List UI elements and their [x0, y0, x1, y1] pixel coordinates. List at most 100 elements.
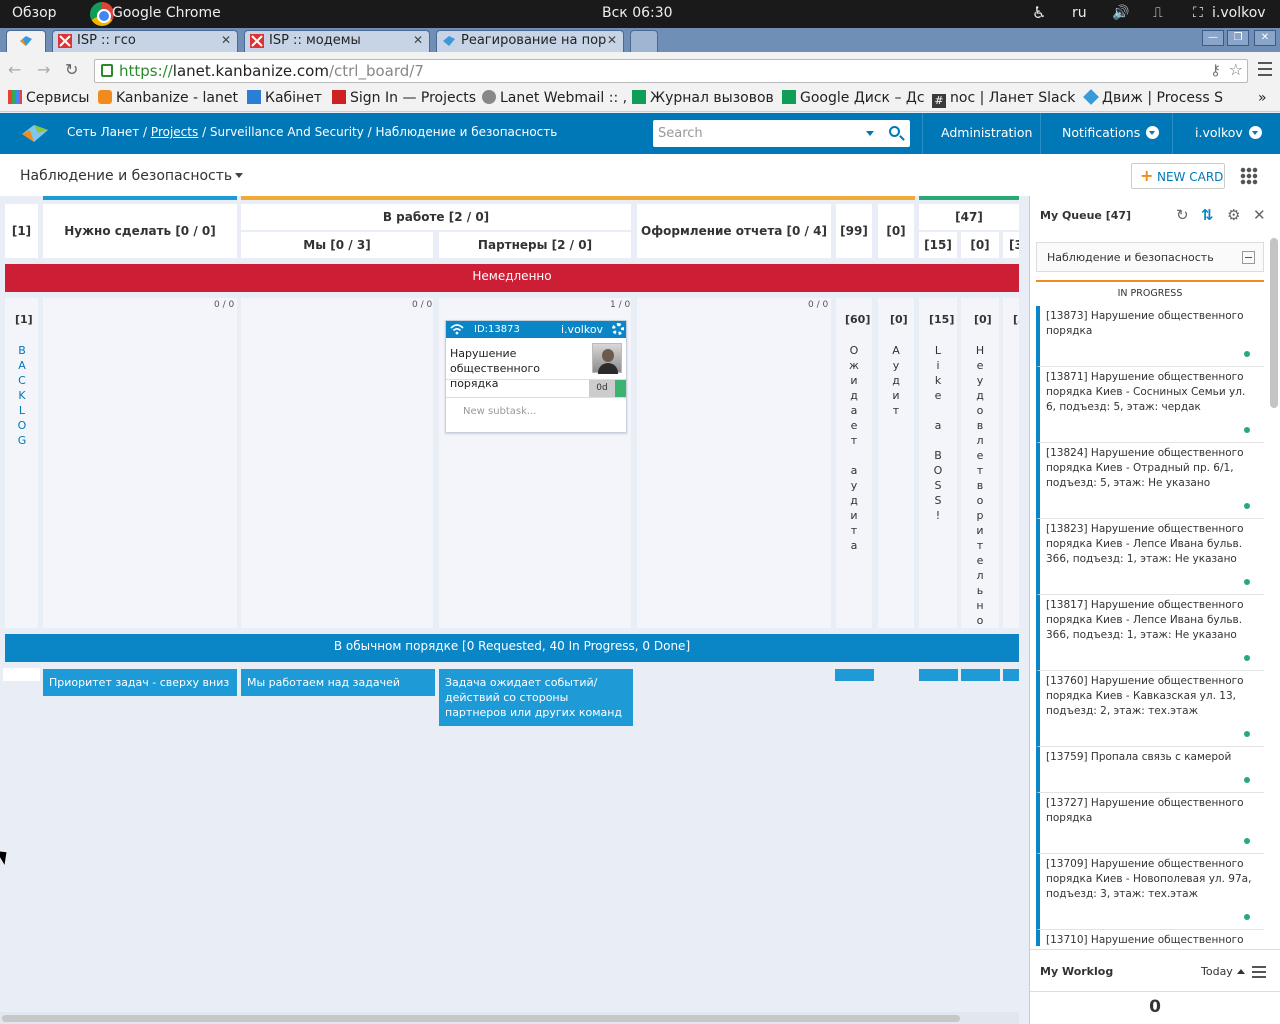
- close-panel-icon[interactable]: ✕: [1253, 208, 1266, 223]
- address-bar[interactable]: https://lanet.kanbanize.com/ctrl_board/7…: [94, 59, 1248, 83]
- c99-header[interactable]: [99]: [836, 204, 872, 258]
- maximize-icon[interactable]: ❐: [1227, 30, 1249, 46]
- queue-filter[interactable]: Наблюдение и безопасность: [1036, 242, 1264, 272]
- bookmark-slack[interactable]: # noc | Ланет Slack: [932, 90, 1075, 108]
- c3-header[interactable]: [3: [1003, 232, 1019, 258]
- card-owner[interactable]: i.volkov: [561, 323, 603, 336]
- queue-item[interactable]: [13871] Нарушение общественного порядка …: [1036, 367, 1264, 443]
- sort-icon[interactable]: ⇅: [1201, 208, 1214, 223]
- volume-icon[interactable]: 🔊: [1112, 5, 1129, 21]
- queue-item[interactable]: [13824] Нарушение общественного порядка …: [1036, 443, 1264, 519]
- key-icon[interactable]: ⚷: [1210, 61, 1221, 79]
- done-header[interactable]: [47]: [919, 204, 1019, 230]
- apps-grid-icon[interactable]: [1240, 167, 1258, 185]
- bookmark-projects[interactable]: Sign In — Projects: [332, 90, 476, 106]
- audit-label[interactable]: Аудит: [890, 343, 902, 418]
- boss-label[interactable]: Like a B O S S!: [932, 343, 944, 523]
- bad-note[interactable]: [961, 669, 1000, 681]
- star-icon[interactable]: ☆: [1229, 60, 1243, 79]
- we-header[interactable]: Мы [0 / 3]: [241, 232, 433, 258]
- inwork-header[interactable]: В работе [2 / 0]: [241, 204, 631, 230]
- collapse-icon[interactable]: [1242, 251, 1255, 264]
- kanban-card[interactable]: ID:13873 i.volkov Нарушение общественног…: [445, 320, 627, 433]
- close-window-icon[interactable]: ✕: [1254, 30, 1276, 46]
- notifications-menu[interactable]: Notifications: [1062, 125, 1160, 140]
- card-id[interactable]: ID:13873: [474, 324, 520, 335]
- lane-urgent[interactable]: Немедленно: [5, 264, 1019, 292]
- boss-note[interactable]: [919, 669, 958, 681]
- queue-item[interactable]: [13873] Нарушение общественного порядка: [1036, 306, 1264, 367]
- todo-column[interactable]: [43, 298, 237, 628]
- last-column[interactable]: [1003, 298, 1019, 628]
- bookmark-cabinet[interactable]: Кабінет: [247, 90, 322, 106]
- todo-header[interactable]: Нужно сделать [0 / 0]: [43, 204, 237, 258]
- c15-header[interactable]: [15]: [919, 232, 957, 258]
- c0b-header[interactable]: [0]: [961, 232, 999, 258]
- bookmark-drive[interactable]: Google Диск – Дс: [782, 90, 925, 106]
- bookmark-webmail[interactable]: Lanet Webmail :: ,: [482, 90, 627, 106]
- worklog-period-select[interactable]: Today: [1201, 965, 1245, 978]
- forward-icon[interactable]: →: [37, 60, 50, 79]
- board-switch-icon[interactable]: [235, 173, 243, 178]
- queue-item[interactable]: [13727] Нарушение общественного порядка: [1036, 793, 1264, 854]
- chrome-menu-icon[interactable]: [1258, 62, 1272, 76]
- back-icon[interactable]: ←: [8, 60, 21, 79]
- crumb-network[interactable]: Сеть Ланет /: [67, 125, 147, 139]
- gear-icon[interactable]: [612, 323, 624, 335]
- report-header[interactable]: Оформление отчета [0 / 4]: [637, 204, 831, 258]
- bookmarks-more[interactable]: »: [1258, 90, 1267, 106]
- queue-item[interactable]: [13817] Нарушение общественного порядка …: [1036, 595, 1264, 671]
- backlog-header[interactable]: [1]: [5, 204, 38, 258]
- search-dropdown-icon[interactable]: [866, 131, 874, 136]
- bookmark-process[interactable]: Движ | Process S: [1083, 89, 1223, 106]
- new-card-button[interactable]: + NEW CARD: [1131, 163, 1225, 189]
- tab-kanbanize[interactable]: [6, 30, 46, 52]
- user-icon[interactable]: ⛶: [1193, 5, 1203, 21]
- bookmark-services[interactable]: Сервисы: [8, 90, 89, 106]
- refresh-icon[interactable]: ↻: [1176, 208, 1189, 223]
- await-label[interactable]: Ожидает аудита: [848, 343, 860, 553]
- partners-header[interactable]: Партнеры [2 / 0]: [439, 232, 631, 258]
- last-note[interactable]: [1003, 669, 1019, 681]
- lane-normal[interactable]: В обычном порядке [0 Requested, 40 In Pr…: [5, 634, 1019, 662]
- minimize-icon[interactable]: —: [1202, 30, 1224, 46]
- crumb-board[interactable]: / Surveillance And Security / Наблюдение…: [202, 125, 557, 139]
- list-icon[interactable]: [1252, 966, 1266, 978]
- network-icon[interactable]: ⎍: [1153, 5, 1163, 21]
- c0-header[interactable]: [0]: [878, 204, 914, 258]
- board-title[interactable]: Наблюдение и безопасность: [20, 168, 232, 184]
- backlog-note[interactable]: [3, 668, 40, 681]
- working-note[interactable]: Мы работаем над задачей: [241, 669, 435, 696]
- report-column[interactable]: [637, 298, 831, 628]
- bookmark-calls[interactable]: Журнал вызовов: [632, 90, 774, 106]
- language-indicator[interactable]: ru: [1072, 5, 1087, 21]
- waiting-note[interactable]: Задача ожидает событий/ действий со стор…: [439, 669, 633, 726]
- clock[interactable]: Вск 06:30: [602, 5, 673, 21]
- await-note[interactable]: [835, 669, 874, 681]
- administration-link[interactable]: Administration: [941, 125, 1032, 140]
- backlog-label[interactable]: BACKLOG: [16, 343, 28, 448]
- search-input[interactable]: Search: [653, 120, 910, 147]
- os-user-menu[interactable]: i.volkov: [1212, 5, 1266, 21]
- we-column[interactable]: [241, 298, 433, 628]
- close-icon[interactable]: ✕: [607, 33, 617, 47]
- queue-item[interactable]: [13759] Пропала связь с камерой: [1036, 747, 1264, 793]
- bookmark-kanbanize[interactable]: Kanbanize - lanet: [98, 90, 238, 106]
- user-menu[interactable]: i.volkov: [1195, 125, 1262, 140]
- activities-button[interactable]: Обзор: [12, 5, 57, 21]
- close-icon[interactable]: ✕: [221, 33, 231, 47]
- queue-item[interactable]: [13710] Нарушение общественного: [1036, 930, 1264, 946]
- tab-response[interactable]: Реагирование на пор ✕: [436, 30, 624, 52]
- queue-item[interactable]: [13760] Нарушение общественного порядка …: [1036, 671, 1264, 747]
- reload-icon[interactable]: ↻: [65, 60, 78, 79]
- queue-item[interactable]: [13709] Нарушение общественного порядка …: [1036, 854, 1264, 930]
- settings-gear-icon[interactable]: ⚙: [1227, 208, 1240, 223]
- tab-isp-gso[interactable]: ISP :: гсо ✕: [52, 30, 238, 52]
- board-horizontal-scrollbar[interactable]: [0, 1012, 1019, 1024]
- crumb-projects[interactable]: Projects: [151, 125, 198, 139]
- tab-isp-modems[interactable]: ISP :: модемы ✕: [244, 30, 430, 52]
- scrollbar-thumb[interactable]: [2, 1015, 960, 1022]
- queue-item[interactable]: [13823] Нарушение общественного порядка …: [1036, 519, 1264, 595]
- card-header[interactable]: ID:13873 i.volkov: [446, 321, 626, 338]
- priority-note[interactable]: Приоритет задач - сверху вниз: [43, 669, 237, 696]
